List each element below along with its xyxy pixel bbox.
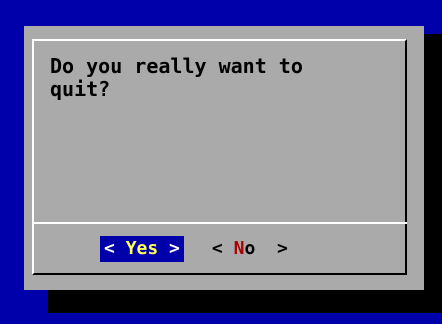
yes-button[interactable]: < Y es >: [100, 236, 184, 262]
yes-button-right-bracket: >: [158, 238, 180, 259]
button-divider: [32, 222, 407, 224]
yes-button-label: es: [136, 238, 159, 259]
no-button-left-bracket: <: [211, 238, 234, 259]
dialog-buttons: < Y es > < N o >: [100, 236, 292, 262]
yes-button-hotkey: Y: [125, 238, 137, 259]
dialog-message: Do you really want to quit?: [50, 54, 303, 101]
quit-dialog: Do you really want to quit? < Y es > < N…: [24, 26, 424, 290]
screen-background: Do you really want to quit? < Y es > < N…: [0, 0, 442, 324]
no-button-right-bracket: >: [255, 238, 288, 259]
yes-button-left-bracket: <: [104, 238, 126, 259]
no-button-label: o: [244, 238, 256, 259]
no-button-hotkey: N: [233, 238, 245, 259]
no-button[interactable]: < N o >: [208, 236, 292, 262]
